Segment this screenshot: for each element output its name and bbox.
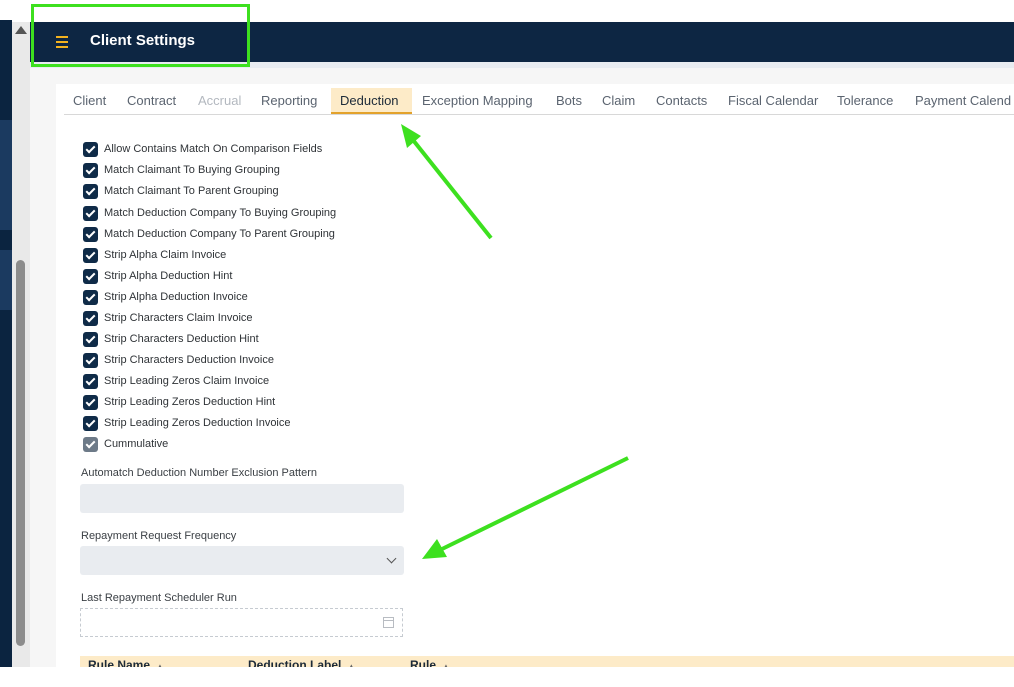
arrow-annotation-line — [439, 456, 629, 552]
arrow-annotation-line — [411, 138, 493, 240]
annotation-arrows — [401, 124, 629, 559]
